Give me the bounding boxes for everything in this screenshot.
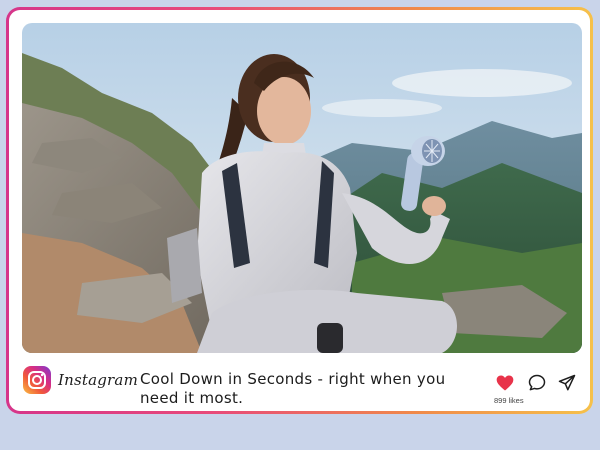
post-photo[interactable] bbox=[22, 23, 582, 353]
brand[interactable]: Instagram bbox=[23, 366, 138, 394]
post-actions bbox=[493, 373, 583, 393]
post-caption: Cool Down in Seconds - right when you ne… bbox=[140, 370, 446, 407]
likes-count: 899 likes bbox=[494, 396, 524, 405]
brand-name: Instagram bbox=[58, 371, 138, 389]
post-footer: Instagram Cool Down in Seconds - right w… bbox=[9, 353, 590, 411]
send-icon[interactable] bbox=[557, 373, 577, 393]
heart-icon[interactable] bbox=[495, 373, 515, 393]
comment-icon[interactable] bbox=[527, 373, 547, 393]
post-card-border: Instagram Cool Down in Seconds - right w… bbox=[6, 7, 593, 414]
post-card: Instagram Cool Down in Seconds - right w… bbox=[9, 10, 590, 411]
instagram-icon bbox=[23, 366, 51, 394]
